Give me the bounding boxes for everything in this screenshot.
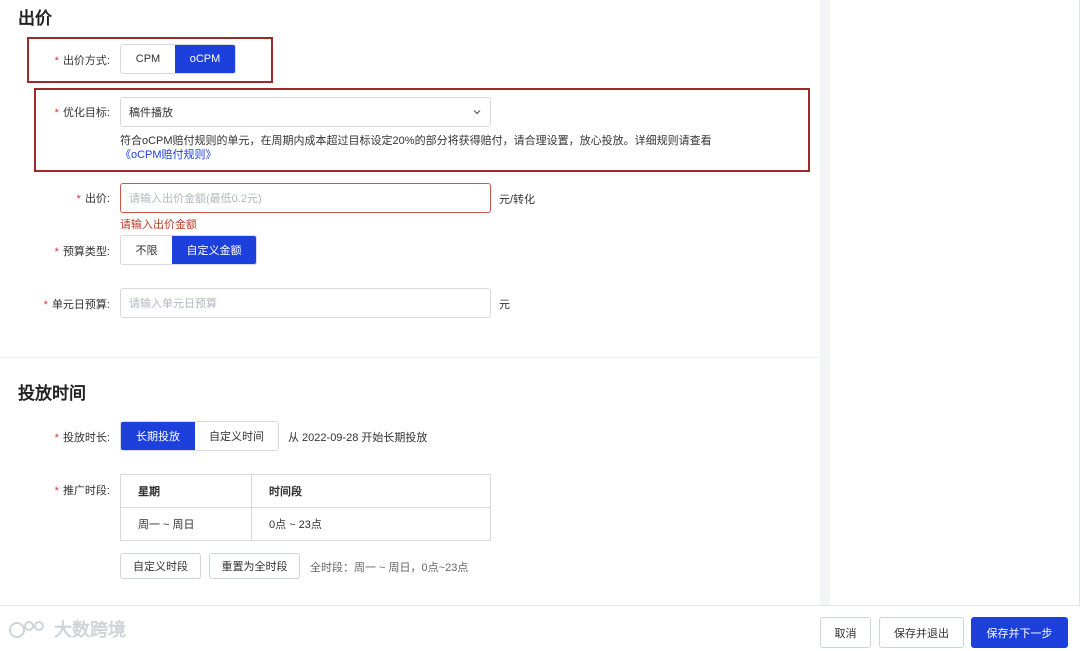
optimization-goal-hint: 符合oCPM赔付规则的单元，在周期内成本超过目标设定20%的部分将获得赔付，请合…	[120, 135, 712, 161]
section-title-bid: 出价	[18, 9, 52, 28]
budget-type-label: * 预算类型:	[54, 246, 110, 258]
time-slot-table: 星期 时间段 周一 ~ 周日 0点 ~ 23点	[120, 474, 491, 541]
bid-method-label: * 出价方式:	[54, 55, 110, 67]
reset-time-slot-button[interactable]: 重置为全时段	[209, 553, 300, 579]
section-title-schedule: 投放时间	[18, 384, 86, 403]
daily-budget-label: * 单元日预算:	[43, 299, 110, 311]
bid-method-toggle: CPM oCPM	[120, 44, 236, 74]
time-slot-label: * 推广时段:	[54, 485, 110, 497]
optimization-goal-select[interactable]: 稿件播放	[120, 97, 491, 127]
custom-time-slot-button[interactable]: 自定义时段	[120, 553, 201, 579]
duration-option-custom[interactable]: 自定义时间	[195, 422, 278, 450]
watermark-text: 大数跨境	[54, 620, 126, 640]
watermark-logo-icon	[9, 621, 44, 638]
footer-bar: 取消 保存并退出 保存并下一步	[0, 605, 1080, 651]
table-row: 周一 ~ 周日 0点 ~ 23点	[120, 507, 491, 541]
duration-option-long-term[interactable]: 长期投放	[121, 422, 195, 450]
table-cell-time-range: 0点 ~ 23点	[251, 507, 491, 541]
ocpm-rules-link[interactable]: 《oCPM赔付规则》	[120, 149, 217, 161]
table-cell-weekday: 周一 ~ 周日	[120, 507, 252, 541]
time-slot-summary: 全时段：周一 ~ 周日，0点~23点	[310, 562, 469, 574]
bid-method-option-cpm[interactable]: CPM	[121, 45, 175, 73]
table-header-time-range: 时间段	[251, 474, 491, 508]
table-header-row: 星期 时间段	[120, 474, 491, 508]
duration-toggle: 长期投放 自定义时间	[120, 421, 279, 451]
duration-note: 从 2022-09-28 开始长期投放	[288, 432, 428, 444]
save-and-next-button[interactable]: 保存并下一步	[971, 617, 1068, 648]
daily-budget-unit: 元	[499, 299, 510, 311]
budget-type-option-custom[interactable]: 自定义金额	[172, 236, 256, 264]
optimization-goal-value: 稿件播放	[129, 107, 173, 119]
bid-unit: 元/转化	[499, 194, 536, 206]
bid-error-message: 请输入出价金额	[120, 219, 197, 231]
daily-budget-input[interactable]: 请输入单元日预算	[120, 288, 491, 318]
cancel-button[interactable]: 取消	[820, 617, 871, 648]
panel-gutter	[820, 0, 830, 605]
bid-label: * 出价:	[76, 193, 110, 205]
bid-method-option-ocpm[interactable]: oCPM	[175, 45, 235, 73]
optimization-goal-label: * 优化目标:	[54, 107, 110, 119]
table-header-weekday: 星期	[120, 474, 252, 508]
duration-label: * 投放时长:	[54, 432, 110, 444]
chevron-down-icon	[473, 110, 481, 115]
budget-type-toggle: 不限 自定义金额	[120, 235, 257, 265]
budget-type-option-unlimited[interactable]: 不限	[121, 236, 172, 264]
save-and-exit-button[interactable]: 保存并退出	[879, 617, 964, 648]
right-panel	[830, 0, 1080, 605]
main-panel: 出价 * 出价方式: CPM oCPM * 优化目标: 稿件播放 符合oCPM赔付规…	[0, 0, 820, 605]
watermark: 大数跨境	[8, 616, 126, 642]
bid-amount-input[interactable]: 请输入出价金额(最低0.2元)	[120, 183, 491, 213]
section-divider	[0, 357, 820, 358]
